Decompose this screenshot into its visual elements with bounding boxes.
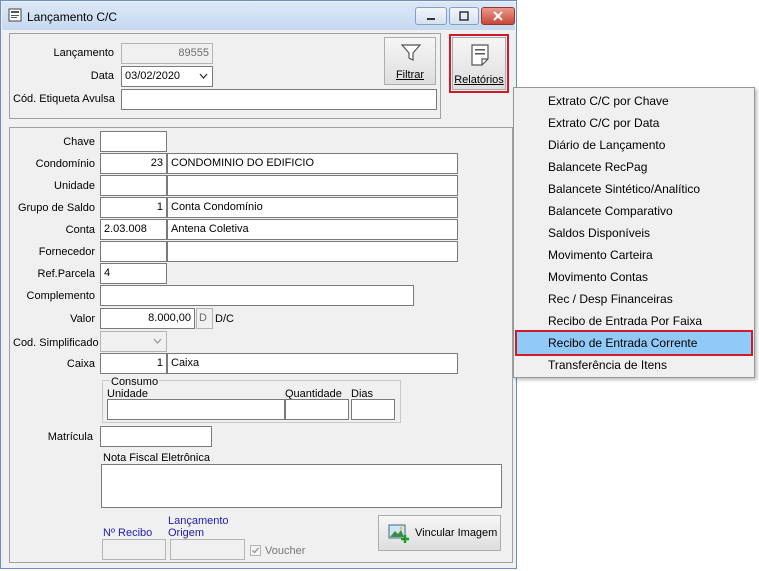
etiqueta-input[interactable]: [121, 89, 437, 110]
nfe-label: Nota Fiscal Eletrônica: [103, 452, 210, 464]
menu-item-extrato-chave[interactable]: Extrato C/C por Chave: [517, 90, 751, 112]
fornecedor-label: Fornecedor: [38, 246, 95, 258]
menu-item-balancete-comparativo[interactable]: Balancete Comparativo: [517, 200, 751, 222]
data-date-picker[interactable]: 03/02/2020: [121, 66, 213, 87]
chave-input[interactable]: [100, 131, 167, 152]
lancamento-window: Lançamento C/C Lançamento 89555 Data 03/…: [0, 0, 517, 569]
ref-parcela-label: Ref.Parcela: [37, 268, 95, 280]
grupo-saldo-name-input[interactable]: Conta Condomínio: [167, 197, 458, 218]
fornecedor-code-input[interactable]: [100, 241, 167, 262]
lancamento-label: Lançamento: [53, 47, 114, 59]
valor-input[interactable]: 8.000,00: [100, 308, 195, 329]
complemento-input[interactable]: [100, 285, 414, 306]
close-button[interactable]: [481, 7, 515, 25]
fornecedor-name-input[interactable]: [167, 241, 458, 262]
consumo-dias-input[interactable]: [351, 399, 395, 420]
menu-item-diario-lancamento[interactable]: Diário de Lançamento: [517, 134, 751, 156]
grupo-saldo-code-input[interactable]: 1: [100, 197, 167, 218]
menu-item-recibo-faixa[interactable]: Recibo de Entrada Por Faixa: [517, 310, 751, 332]
lancamento-origem-label: Lançamento Origem: [168, 515, 229, 539]
caixa-label: Caixa: [66, 358, 95, 370]
relatorios-button[interactable]: Relatórios: [452, 37, 506, 90]
menu-item-transferencia-itens[interactable]: Transferência de Itens: [517, 354, 751, 376]
chevron-down-icon: [153, 338, 162, 344]
cod-simplificado-label: Cod. Simplificado: [13, 337, 99, 349]
caixa-code-input[interactable]: 1: [100, 353, 167, 374]
dc-label: D/C: [215, 313, 234, 325]
menu-item-rec-desp-financeiras[interactable]: Rec / Desp Financeiras: [517, 288, 751, 310]
close-icon: [493, 11, 503, 21]
data-label: Data: [90, 70, 114, 82]
conta-code-input[interactable]: 2.03.008: [100, 219, 167, 240]
image-add-icon: [388, 524, 409, 543]
matricula-input[interactable]: [100, 426, 212, 447]
menu-item-extrato-data[interactable]: Extrato C/C por Data: [517, 112, 751, 134]
maximize-icon: [459, 11, 469, 21]
cod-simplificado-select[interactable]: [100, 331, 167, 352]
matricula-label: Matrícula: [47, 431, 93, 443]
menu-item-recibo-corrente[interactable]: Recibo de Entrada Corrente: [515, 330, 753, 356]
relatorios-label: Relatórios: [454, 74, 504, 86]
condominio-name-input[interactable]: CONDOMINIO DO EDIFICIO: [167, 153, 458, 174]
menu-item-movimento-carteira[interactable]: Movimento Carteira: [517, 244, 751, 266]
filtrar-button[interactable]: Filtrar: [384, 37, 436, 85]
menu-item-movimento-contas[interactable]: Movimento Contas: [517, 266, 751, 288]
app-icon: [8, 8, 22, 22]
maximize-button[interactable]: [449, 7, 479, 25]
etiqueta-label: Cód. Etiqueta Avulsa: [13, 93, 115, 105]
complemento-label: Complemento: [26, 290, 95, 302]
caixa-name-input[interactable]: Caixa: [167, 353, 458, 374]
voucher-checkbox[interactable]: [250, 545, 261, 556]
nfe-textarea[interactable]: [101, 464, 502, 508]
voucher-label: Voucher: [265, 545, 306, 557]
consumo-quantidade-input[interactable]: [285, 399, 349, 420]
condominio-code-input[interactable]: 23: [100, 153, 167, 174]
conta-label: Conta: [65, 224, 95, 236]
chevron-down-icon: [199, 73, 208, 79]
menu-item-balancete-recpag[interactable]: Balancete RecPag: [517, 156, 751, 178]
vincular-imagem-button[interactable]: Vincular Imagem: [378, 515, 501, 551]
lancamento-field[interactable]: 89555: [121, 43, 213, 64]
chave-label: Chave: [63, 136, 95, 148]
menu-item-saldos-disponiveis[interactable]: Saldos Disponíveis: [517, 222, 751, 244]
data-value: 03/02/2020: [125, 70, 181, 82]
vincular-imagem-label: Vincular Imagem: [415, 527, 498, 539]
window-title: Lançamento C/C: [27, 10, 118, 24]
report-icon: [471, 44, 489, 66]
unidade-name-input[interactable]: [167, 175, 458, 196]
consumo-unidade-input[interactable]: [107, 399, 285, 420]
relatorios-menu: Extrato C/C por Chave Extrato C/C por Da…: [513, 87, 755, 378]
unidade-code-input[interactable]: [100, 175, 167, 196]
minimize-icon: [427, 18, 435, 20]
minimize-button[interactable]: [415, 7, 447, 25]
check-icon: [252, 547, 260, 554]
ref-parcela-input[interactable]: 4: [100, 263, 167, 284]
dc-input[interactable]: D: [196, 308, 213, 329]
filtrar-label: Filtrar: [395, 69, 425, 81]
condominio-label: Condomínio: [35, 158, 95, 170]
conta-name-input[interactable]: Antena Coletiva: [167, 219, 458, 240]
unidade-label: Unidade: [54, 180, 95, 192]
menu-item-balancete-sintetico[interactable]: Balancete Sintético/Analítico: [517, 178, 751, 200]
filter-icon: [401, 44, 421, 61]
recibo-input[interactable]: [102, 539, 166, 560]
valor-label: Valor: [70, 313, 95, 325]
consumo-title: Consumo: [110, 376, 160, 388]
grupo-saldo-label: Grupo de Saldo: [17, 202, 95, 214]
recibo-label: Nº Recibo: [103, 527, 153, 539]
lancamento-origem-input[interactable]: [170, 539, 245, 560]
